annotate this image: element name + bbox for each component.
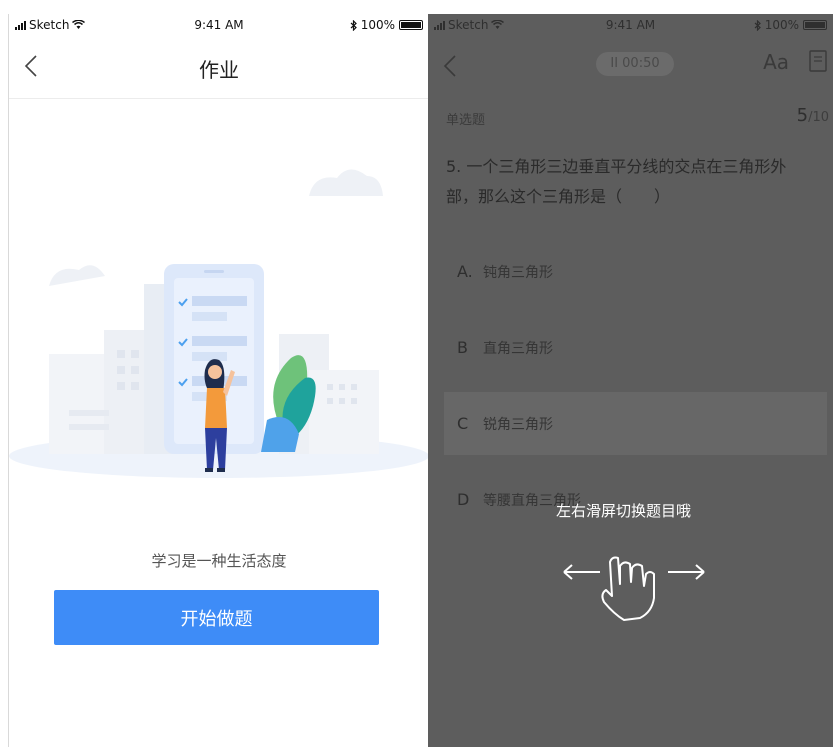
answer-sheet-icon[interactable]: [809, 50, 827, 72]
top-caption-clipped: ▔▔▔▔▔▔▔▔▔▔▔▔▔▔▔▔▔▔▔▔▔▔▔▔▔: [0, 0, 833, 8]
option-text: 锐角三角形: [483, 416, 553, 433]
swipe-hint-text: 左右滑屏切换题目哦: [556, 502, 692, 520]
back-icon[interactable]: [442, 54, 458, 78]
nav-bar: II 00:50 Aa: [428, 36, 833, 98]
battery-percent: 100%: [360, 18, 395, 32]
font-size-button[interactable]: Aa: [763, 50, 789, 74]
start-quiz-button[interactable]: 开始做题: [54, 590, 379, 645]
motto-text: 学习是一种生活态度: [151, 552, 287, 570]
option-letter: C: [457, 414, 469, 433]
quiz-screen-overlay: Sketch 9:41 AM 100% II 00:50 Aa 单选题 5/10…: [428, 14, 833, 747]
progress-current: 5: [796, 105, 809, 126]
option-text: 直角三角形: [483, 340, 553, 357]
battery-icon: [803, 20, 827, 30]
option-letter: D: [457, 490, 470, 509]
battery-group: 100%: [754, 18, 827, 32]
question-progress: 5/10: [797, 105, 829, 126]
progress-total: /10: [808, 110, 829, 125]
option-b[interactable]: B 直角三角形: [444, 316, 827, 379]
option-letter: B: [457, 338, 468, 357]
battery-percent: 100%: [764, 18, 799, 32]
battery-group: 100%: [350, 18, 423, 32]
page-title: 作业: [199, 58, 239, 82]
nav-bar: 作业: [9, 36, 429, 99]
status-bar: Sketch 9:41 AM 100%: [9, 14, 429, 36]
bluetooth-icon: [350, 19, 357, 31]
quiz-timer[interactable]: II 00:50: [596, 52, 674, 76]
study-illustration: [9, 169, 429, 478]
option-c[interactable]: C 锐角三角形: [444, 392, 827, 455]
homework-intro-screen: Sketch 9:41 AM 100% 作业 学习是一种生活态度 开始做题: [8, 14, 430, 747]
option-a[interactable]: A. 钝角三角形: [444, 240, 827, 303]
question-type: 单选题: [446, 113, 486, 128]
option-letter: A.: [457, 262, 473, 281]
swipe-hand-icon: [563, 556, 705, 621]
battery-icon: [399, 20, 423, 30]
bluetooth-icon: [754, 19, 761, 31]
status-bar: Sketch 9:41 AM 100%: [428, 14, 833, 36]
question-text: 5. 一个三角形三边垂直平分线的交点在三角形外部，那么这个三角形是（ ）: [446, 157, 787, 206]
option-text: 钝角三角形: [483, 264, 553, 281]
